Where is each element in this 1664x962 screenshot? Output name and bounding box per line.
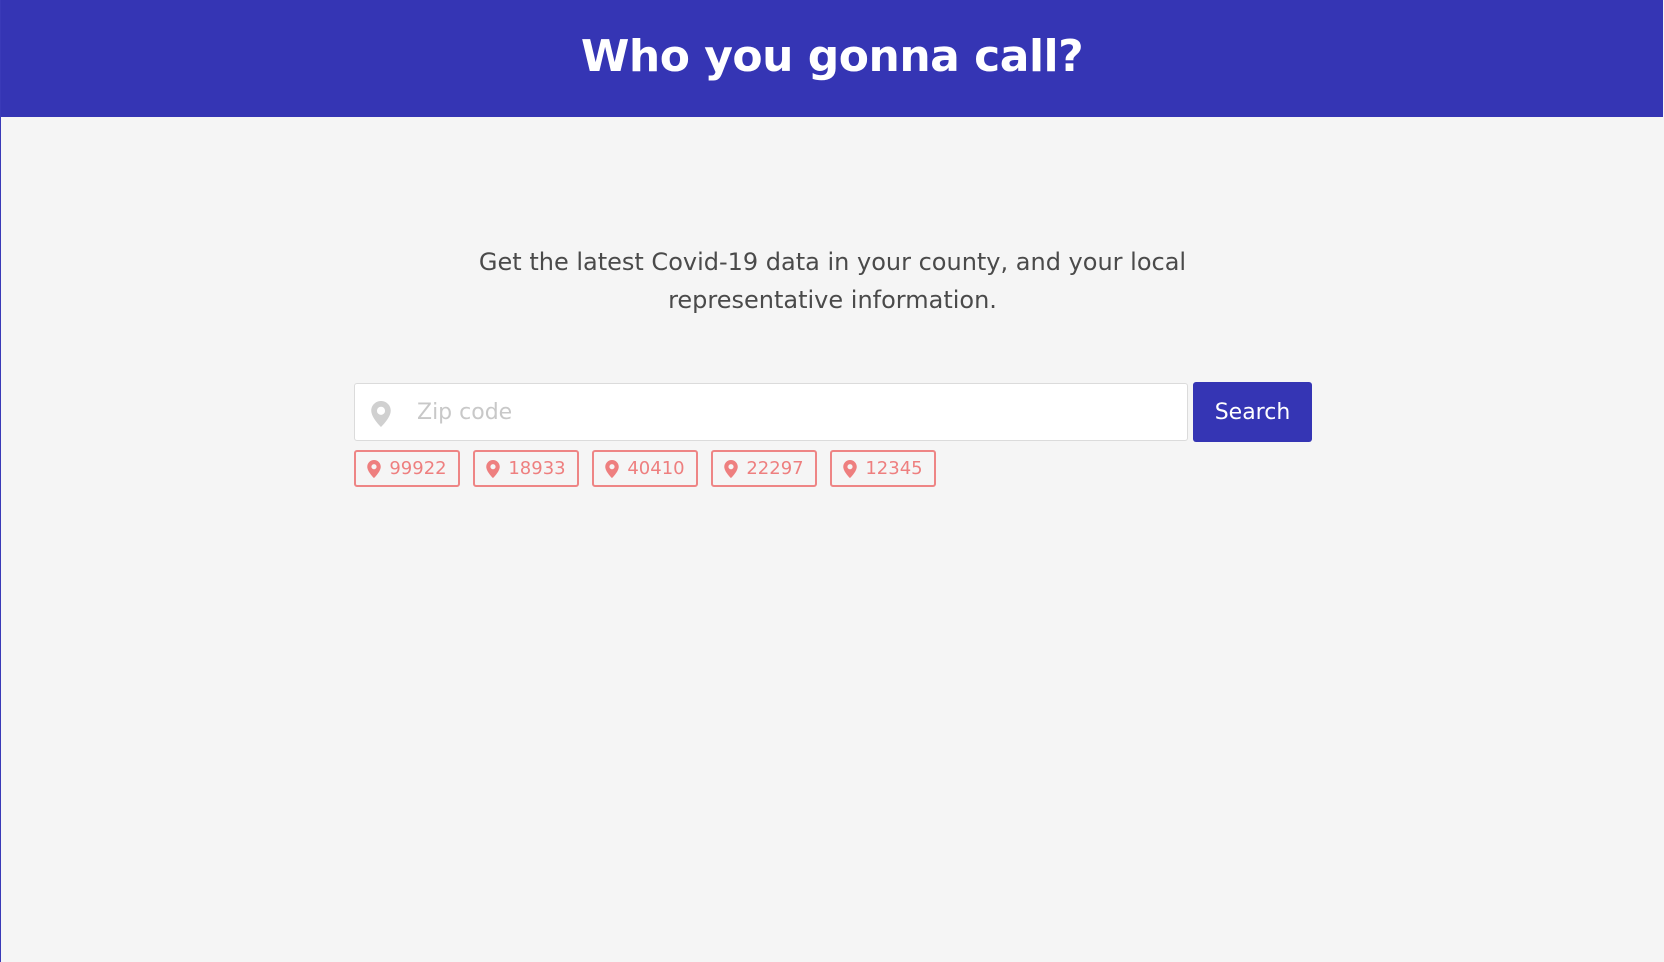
zip-suggestion-label: 22297 (746, 458, 804, 479)
zip-suggestion-chip[interactable]: 22297 (711, 450, 817, 487)
zip-suggestion-label: 99922 (389, 458, 447, 479)
app-header: Who you gonna call? (1, 0, 1663, 117)
map-marker-icon (367, 459, 382, 478)
zip-suggestion-label: 40410 (627, 458, 685, 479)
zip-suggestion-chip[interactable]: 12345 (830, 450, 936, 487)
search-button[interactable]: Search (1193, 382, 1312, 442)
search-form: Search (354, 382, 1312, 442)
zip-suggestion-chip[interactable]: 40410 (592, 450, 698, 487)
zip-code-input[interactable] (415, 391, 1179, 433)
zip-suggestions: 99922 18933 40410 22297 12345 (354, 450, 949, 487)
map-marker-icon (605, 459, 620, 478)
map-marker-icon (371, 401, 391, 427)
page: Who you gonna call? Get the latest Covid… (0, 0, 1663, 962)
intro-text-container: Get the latest Covid-19 data in your cou… (1, 243, 1664, 319)
zip-suggestion-label: 18933 (508, 458, 566, 479)
zip-suggestion-chip[interactable]: 18933 (473, 450, 579, 487)
zip-suggestion-chip[interactable]: 99922 (354, 450, 460, 487)
page-title: Who you gonna call? (580, 31, 1084, 82)
map-marker-icon (724, 459, 739, 478)
zip-input-wrapper[interactable] (354, 383, 1188, 441)
intro-text: Get the latest Covid-19 data in your cou… (478, 248, 1187, 314)
zip-suggestion-label: 12345 (865, 458, 923, 479)
map-marker-icon (843, 459, 858, 478)
map-marker-icon (486, 459, 501, 478)
